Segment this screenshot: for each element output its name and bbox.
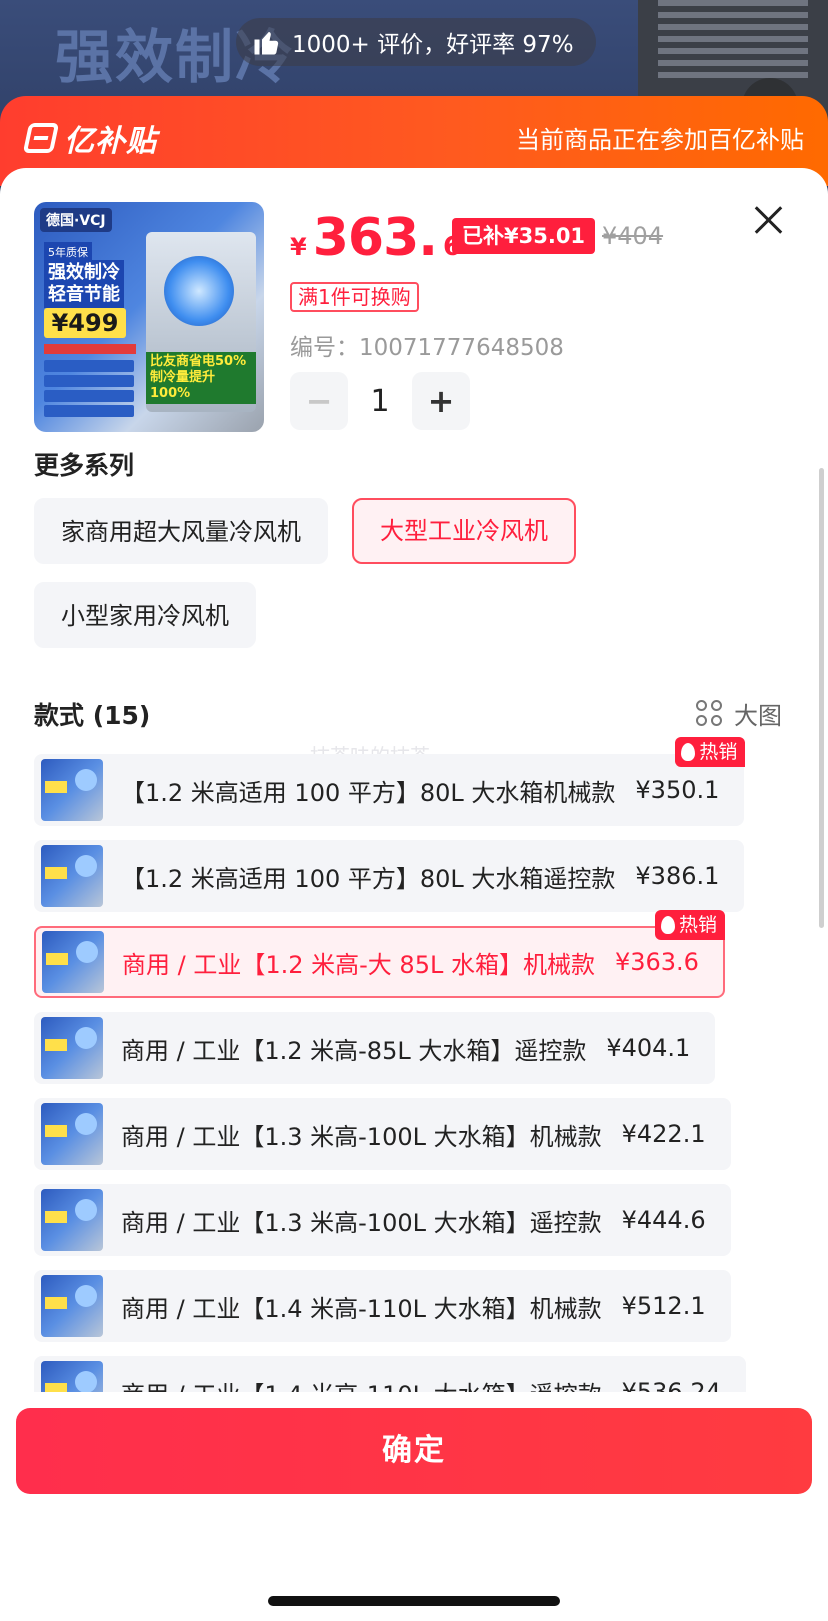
variant-price: ¥512.1	[621, 1292, 706, 1320]
product-image-badge: 5年质保	[44, 242, 92, 262]
flame-icon	[660, 916, 675, 934]
banner-subtitle: 当前商品正在参加百亿补贴	[516, 126, 804, 154]
variant-item-selected[interactable]: 商用 / 工业【1.2 米高-大 85L 水箱】机械款 ¥363.6 热销	[34, 910, 725, 998]
product-image-brand: 德国·VCJ	[40, 208, 112, 232]
product-image-promo: 比友商省电50% 制冷量提升100%	[146, 352, 256, 404]
variant-label: 商用 / 工业【1.3 米高-100L 大水箱】遥控款	[121, 1208, 602, 1237]
product-image[interactable]: 德国·VCJ 5年质保 强效制冷 轻音节能 ¥499 比友商省电50% 制冷量提…	[34, 202, 264, 432]
rating-pill: 1000+ 评价，好评率 97%	[236, 18, 596, 66]
product-image-price: ¥499	[44, 308, 126, 338]
price-currency: ¥	[290, 233, 307, 261]
decrease-quantity-button[interactable]: −	[290, 372, 348, 430]
variant-thumbnail	[41, 1189, 103, 1251]
close-icon[interactable]	[748, 200, 788, 240]
variant-item[interactable]: 【1.2 米高适用 100 平方】80L 大水箱机械款 ¥350.1 热销	[34, 737, 746, 826]
variant-item[interactable]: 商用 / 工业【1.3 米高-100L 大水箱】机械款 ¥422.1	[34, 1098, 731, 1170]
series-option-home-commercial[interactable]: 家商用超大风量冷风机	[34, 498, 328, 564]
variant-label: 【1.2 米高适用 100 平方】80L 大水箱遥控款	[121, 864, 616, 893]
series-option-industrial[interactable]: 大型工业冷风机	[352, 498, 576, 564]
variant-price: ¥363.6	[614, 948, 699, 976]
flame-icon	[681, 743, 696, 761]
subsidy-badge: 已补¥35.01	[452, 218, 596, 254]
styles-section-title: 款式 (15)	[34, 701, 151, 730]
quantity-value[interactable]: 1	[348, 384, 412, 419]
variant-label: 商用 / 工业【1.3 米高-100L 大水箱】机械款	[121, 1122, 602, 1151]
variant-thumbnail	[41, 759, 103, 821]
hot-sale-label: 热销	[678, 914, 717, 936]
grid-view-icon	[696, 699, 724, 728]
variant-thumbnail	[41, 1103, 103, 1165]
scrollbar[interactable]	[819, 468, 824, 928]
price-integer: 363.	[312, 208, 438, 268]
product-image-strip	[44, 344, 136, 354]
variant-item[interactable]: 商用 / 工业【1.3 米高-100L 大水箱】遥控款 ¥444.6	[34, 1184, 731, 1256]
subsidy-logo-text: 亿补贴	[64, 124, 157, 159]
variant-thumbnail	[41, 845, 103, 907]
sku-selector-sheet: 德国·VCJ 5年质保 强效制冷 轻音节能 ¥499 比友商省电50% 制冷量提…	[0, 168, 828, 1621]
variant-label: 商用 / 工业【1.2 米高-85L 大水箱】遥控款	[121, 1036, 587, 1065]
increase-quantity-button[interactable]: +	[412, 372, 470, 430]
background-product-stripes	[658, 0, 808, 80]
hot-sale-label: 热销	[699, 741, 738, 763]
variant-price: ¥422.1	[621, 1120, 706, 1148]
variant-price: ¥350.1	[635, 776, 720, 804]
big-view-toggle[interactable]: 大图	[696, 696, 782, 731]
product-image-title: 强效制冷 轻音节能	[44, 260, 124, 308]
variant-item[interactable]: 商用 / 工业【1.4 米高-110L 大水箱】机械款 ¥512.1	[34, 1270, 731, 1342]
thumbs-up-icon	[254, 32, 279, 55]
variant-item[interactable]: 【1.2 米高适用 100 平方】80L 大水箱遥控款 ¥386.1	[34, 840, 745, 912]
variant-price: ¥404.1	[606, 1034, 691, 1062]
subsidy-logo-icon	[22, 123, 60, 153]
variant-label: 【1.2 米高适用 100 平方】80L 大水箱机械款	[121, 778, 616, 807]
variant-item[interactable]: 商用 / 工业【1.2 米高-85L 大水箱】遥控款 ¥404.1	[34, 1012, 716, 1084]
series-section-title: 更多系列	[34, 451, 135, 480]
big-view-label: 大图	[734, 702, 782, 730]
sku-number: 编号：10071777648508	[290, 335, 564, 361]
variant-thumbnail	[42, 931, 104, 993]
rating-text: 1000+ 评价，好评率 97%	[292, 32, 574, 58]
quantity-stepper: − 1 +	[290, 372, 470, 430]
home-indicator	[268, 1596, 560, 1606]
variant-label: 商用 / 工业【1.4 米高-110L 大水箱】机械款	[121, 1294, 602, 1323]
hot-sale-badge: 热销	[675, 737, 746, 767]
current-price: ¥ 363. 6	[290, 208, 461, 268]
series-option-small-home[interactable]: 小型家用冷风机	[34, 582, 256, 648]
original-price: ¥404	[602, 222, 664, 250]
variant-thumbnail	[41, 1017, 103, 1079]
confirm-button[interactable]: 确定	[16, 1408, 812, 1494]
variant-label: 商用 / 工业【1.2 米高-大 85L 水箱】机械款	[122, 950, 595, 979]
variant-thumbnail	[41, 1275, 103, 1337]
subsidy-logo: 亿补贴	[22, 116, 157, 160]
variant-price: ¥386.1	[635, 862, 720, 890]
variant-price: ¥444.6	[621, 1206, 706, 1234]
product-image-chips	[44, 360, 134, 420]
product-image-fan	[164, 256, 234, 326]
swap-promo-tag: 满1件可换购	[290, 282, 419, 312]
hot-sale-badge: 热销	[654, 910, 725, 940]
